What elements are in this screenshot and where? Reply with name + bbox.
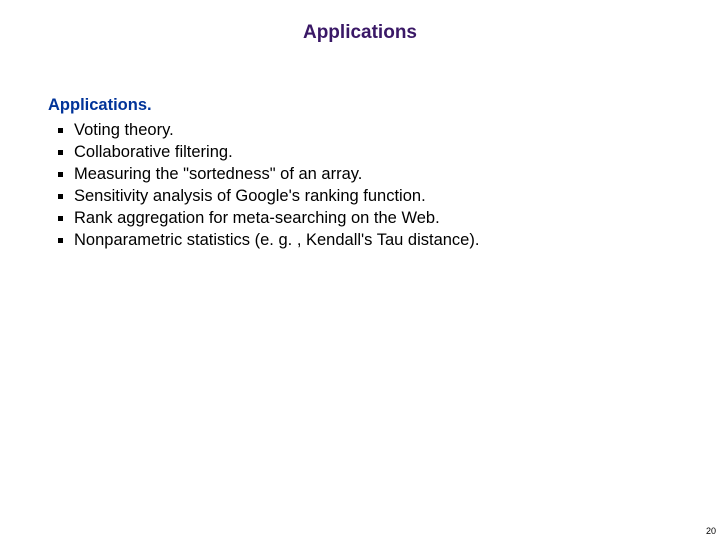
list-item: Sensitivity analysis of Google's ranking… (48, 185, 680, 207)
slide-title: Applications (0, 22, 720, 44)
page-number: 20 (706, 526, 716, 536)
list-item: Rank aggregation for meta-searching on t… (48, 207, 680, 229)
section-heading: Applications. (48, 96, 680, 115)
list-item: Nonparametric statistics (e. g. , Kendal… (48, 229, 680, 251)
bullet-list: Voting theory. Collaborative filtering. … (48, 119, 680, 251)
slide: Applications Applications. Voting theory… (0, 0, 720, 540)
list-item: Voting theory. (48, 119, 680, 141)
list-item: Collaborative filtering. (48, 141, 680, 163)
slide-body: Applications. Voting theory. Collaborati… (48, 96, 680, 251)
list-item: Measuring the "sortedness" of an array. (48, 163, 680, 185)
